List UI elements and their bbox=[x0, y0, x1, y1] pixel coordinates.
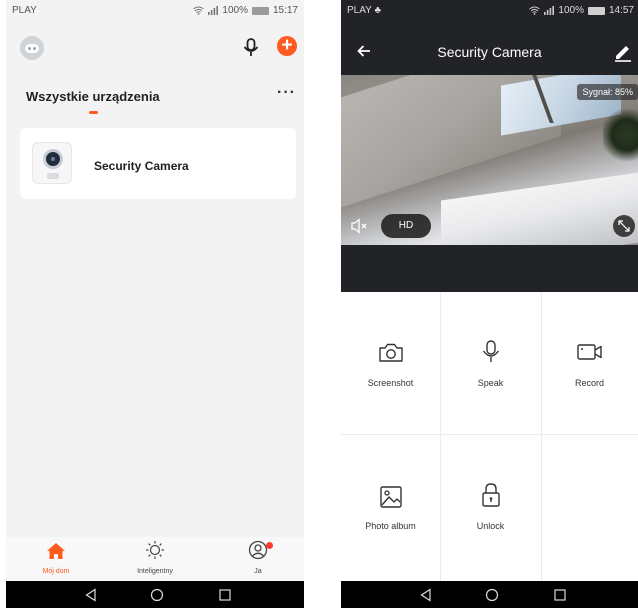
record-label: Record bbox=[574, 378, 604, 388]
video-record-icon bbox=[576, 344, 602, 360]
battery-icon bbox=[587, 6, 605, 15]
status-bar: PLAY ♣ 100% 14:57 bbox=[341, 0, 638, 24]
camera-panel: PLAY ♣ 100% 14:57 Security Camera Sygnał… bbox=[341, 0, 638, 292]
camera-screen: PLAY ♣ 100% 14:57 Security Camera Sygnał… bbox=[341, 0, 638, 608]
photo-album-button[interactable]: Photo album bbox=[341, 435, 440, 577]
home-screen: PLAY 100% 15:17 + Wszystkie urządzenia ·… bbox=[6, 0, 304, 608]
cell-signal-icon bbox=[208, 6, 219, 15]
battery-percent: 100% bbox=[222, 5, 248, 16]
screenshot-label: Screenshot bbox=[367, 378, 414, 388]
home-icon bbox=[47, 543, 65, 559]
photo-album-label: Photo album bbox=[365, 521, 416, 531]
lock-icon bbox=[481, 483, 500, 507]
bottom-tab-bar: Mój dom Inteligentny Ja bbox=[6, 537, 304, 581]
camera-feed[interactable]: Sygnał: 85% HD bbox=[341, 75, 638, 245]
home-nav-icon[interactable] bbox=[150, 588, 164, 602]
unlock-label: Unlock bbox=[476, 521, 505, 531]
status-bar: PLAY 100% 15:17 bbox=[6, 0, 304, 24]
device-card[interactable]: Security Camera bbox=[20, 128, 296, 199]
system-nav-bar bbox=[341, 581, 638, 608]
tab-home-label: Mój dom bbox=[42, 568, 70, 575]
header: Security Camera bbox=[341, 30, 638, 74]
tab-me[interactable]: Ja bbox=[213, 537, 303, 575]
quality-button[interactable]: HD bbox=[381, 214, 431, 238]
cell-signal-icon bbox=[544, 6, 555, 15]
tab-me-label: Ja bbox=[254, 568, 262, 575]
sun-icon bbox=[146, 541, 164, 559]
screenshot-button[interactable]: Screenshot bbox=[341, 292, 440, 434]
notification-badge bbox=[266, 542, 273, 549]
tab-smart[interactable]: Inteligentny bbox=[110, 537, 200, 575]
signal-badge: Sygnał: 85% bbox=[577, 84, 638, 100]
tab-home[interactable]: Mój dom bbox=[11, 537, 101, 575]
unlock-button[interactable]: Unlock bbox=[441, 435, 540, 577]
recents-nav-icon[interactable] bbox=[553, 588, 567, 602]
carrier-label: PLAY ♣ bbox=[347, 5, 381, 16]
voice-button[interactable] bbox=[240, 36, 262, 60]
wifi-icon bbox=[193, 6, 205, 15]
device-name: Security Camera bbox=[94, 159, 189, 173]
actions-grid: Screenshot Speak Record Photo album Unlo… bbox=[341, 292, 638, 581]
microphone-icon bbox=[243, 38, 259, 56]
system-nav-bar bbox=[6, 581, 304, 608]
image-icon bbox=[379, 486, 402, 508]
wifi-icon bbox=[529, 6, 541, 15]
avatar[interactable] bbox=[20, 36, 44, 60]
speak-label: Speak bbox=[477, 378, 504, 388]
clock: 15:17 bbox=[272, 5, 298, 16]
back-nav-icon[interactable] bbox=[84, 588, 98, 602]
recents-nav-icon[interactable] bbox=[218, 588, 232, 602]
more-options-button[interactable]: ··· bbox=[277, 84, 296, 102]
carrier-label: PLAY bbox=[12, 5, 37, 16]
edit-icon[interactable] bbox=[613, 42, 633, 62]
plus-icon: + bbox=[281, 35, 293, 56]
battery-percent: 100% bbox=[558, 5, 584, 16]
microphone-icon bbox=[482, 340, 499, 362]
home-nav-icon[interactable] bbox=[485, 588, 499, 602]
tab-smart-label: Inteligentny bbox=[137, 568, 173, 575]
page-title: Security Camera bbox=[437, 44, 542, 60]
profile-icon bbox=[248, 540, 268, 560]
top-bar: + bbox=[6, 24, 304, 68]
clock: 14:57 bbox=[608, 5, 634, 16]
title-underline bbox=[89, 111, 98, 114]
mute-icon[interactable] bbox=[350, 217, 370, 235]
battery-icon bbox=[251, 6, 269, 15]
section-title: Wszystkie urządzenia bbox=[26, 89, 160, 104]
camera-device-icon bbox=[32, 142, 72, 184]
add-device-button[interactable]: + bbox=[277, 36, 297, 56]
back-nav-icon[interactable] bbox=[419, 588, 433, 602]
camera-icon bbox=[378, 343, 403, 362]
bell-icon: ♣ bbox=[374, 5, 381, 16]
fullscreen-icon[interactable] bbox=[613, 215, 635, 237]
record-button[interactable]: Record bbox=[540, 292, 638, 434]
speak-button[interactable]: Speak bbox=[441, 292, 540, 434]
